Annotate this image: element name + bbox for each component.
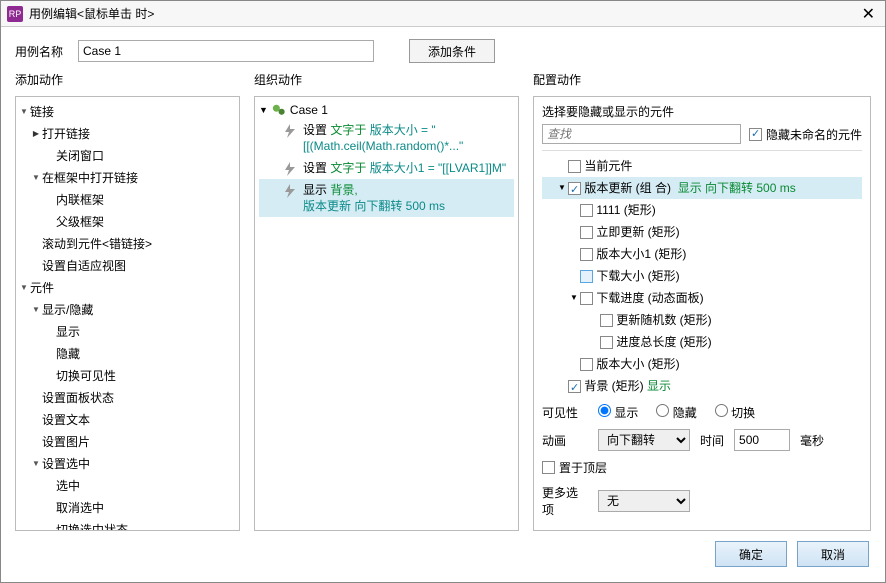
anim-label: 动画 [542, 432, 588, 449]
more-label: 更多选项 [542, 484, 588, 518]
titlebar: RP 用例编辑<鼠标单击 时> ✕ [1, 1, 885, 27]
dialog-footer: 确定 取消 [1, 531, 885, 573]
case-name-row: 用例名称 添加条件 [1, 27, 885, 71]
bolt-icon [285, 162, 297, 176]
tree-node-closewin[interactable]: 关闭窗口 [18, 145, 237, 167]
cfg-item[interactable]: 更新随机数 (矩形) [542, 309, 862, 331]
cfg-item-bg[interactable]: 背景 (矩形) 显示 [542, 375, 862, 394]
visibility-label: 可见性 [542, 404, 588, 421]
tree-node-show[interactable]: 显示 [18, 321, 237, 343]
org-case-row[interactable]: ▼ Case 1 [259, 101, 514, 119]
time-input[interactable] [734, 429, 790, 451]
tree-node-openinframe[interactable]: 在框架中打开链接 [18, 167, 237, 189]
cfg-item[interactable]: 下载大小 (矩形) [542, 265, 862, 287]
tree-node-link[interactable]: 链接 [18, 101, 237, 123]
anim-select[interactable]: 向下翻转 [598, 429, 690, 451]
section-add-action: 添加动作 [15, 71, 240, 92]
more-select[interactable]: 无 [598, 490, 690, 512]
org-action-1[interactable]: 设置 文字于 版本大小 = "[[(Math.ceil(Math.random(… [259, 119, 514, 157]
tree-node-setpanel[interactable]: 设置面板状态 [18, 387, 237, 409]
search-input[interactable] [542, 124, 741, 144]
case-name-input[interactable] [78, 40, 374, 62]
tree-node-showhide[interactable]: 显示/隐藏 [18, 299, 237, 321]
case-name-label: 用例名称 [15, 43, 70, 60]
widget-tree: 当前元件 ▼ 版本更新 (组 合) 显示 向下翻转 500 ms 1111 (矩… [542, 150, 862, 394]
tree-node-widgets[interactable]: 元件 [18, 277, 237, 299]
config-pane: 选择要隐藏或显示的元件 隐藏未命名的元件 当前元件 ▼ 版本更新 (组 合) 显… [533, 96, 871, 531]
cfg-item[interactable]: 当前元件 [542, 155, 862, 177]
cfg-item[interactable]: 版本大小1 (矩形) [542, 243, 862, 265]
org-action-2[interactable]: 设置 文字于 版本大小1 = "[[LVAR1]]M" [259, 157, 514, 179]
tree-node-togglesel[interactable]: 切换选中状态 [18, 519, 237, 531]
tree-node-settext[interactable]: 设置文本 [18, 409, 237, 431]
tree-node-scrollto[interactable]: 滚动到元件<错链接> [18, 233, 237, 255]
cfg-select-label: 选择要隐藏或显示的元件 [542, 103, 862, 120]
cfg-item[interactable]: 进度总长度 (矩形) [542, 331, 862, 353]
radio-show[interactable]: 显示 [598, 404, 638, 421]
add-condition-button[interactable]: 添加条件 [409, 39, 495, 63]
cfg-item[interactable]: 立即更新 (矩形) [542, 221, 862, 243]
tree-node-setselected[interactable]: 设置选中 [18, 453, 237, 475]
tree-node-hide[interactable]: 隐藏 [18, 343, 237, 365]
close-icon[interactable]: ✕ [858, 4, 879, 24]
ms-label: 毫秒 [800, 432, 824, 449]
tree-node-openlink[interactable]: 打开链接 [18, 123, 237, 145]
tree-node-setimage[interactable]: 设置图片 [18, 431, 237, 453]
case-icon [272, 103, 286, 117]
bolt-icon [285, 184, 297, 214]
tree-node-togglevis[interactable]: 切换可见性 [18, 365, 237, 387]
org-action-3[interactable]: 显示 背景,版本更新 向下翻转 500 ms [259, 179, 514, 217]
tree-node-deselect[interactable]: 取消选中 [18, 497, 237, 519]
tree-node-adaptive[interactable]: 设置自适应视图 [18, 255, 237, 277]
tree-node-select[interactable]: 选中 [18, 475, 237, 497]
bring-front-checkbox[interactable]: 置于顶层 [542, 459, 607, 476]
cfg-item[interactable]: 版本大小 (矩形) [542, 353, 862, 375]
cfg-item[interactable]: ▼ 下载进度 (动态面板) [542, 287, 862, 309]
cancel-button[interactable]: 取消 [797, 541, 869, 567]
radio-hide[interactable]: 隐藏 [656, 404, 696, 421]
config-options: 可见性 显示 隐藏 切换 动画 向下翻转 时间 毫秒 置于顶层 [542, 400, 862, 522]
org-action-pane: ▼ Case 1 设置 文字于 版本大小 = "[[(Math.ceil(Mat… [254, 96, 519, 531]
section-cfg-action: 配置动作 [533, 71, 871, 92]
app-icon: RP [7, 6, 23, 22]
radio-toggle[interactable]: 切换 [715, 404, 755, 421]
tree-node-inlineframe[interactable]: 内联框架 [18, 189, 237, 211]
tree-node-parentframe[interactable]: 父级框架 [18, 211, 237, 233]
hide-unnamed-checkbox[interactable]: 隐藏未命名的元件 [749, 126, 862, 143]
window-title: 用例编辑<鼠标单击 时> [29, 5, 858, 22]
action-tree: 链接 打开链接 关闭窗口 在框架中打开链接 内联框架 父级框架 滚动到元件<错链… [15, 96, 240, 531]
section-org-action: 组织动作 [254, 71, 519, 92]
time-label: 时间 [700, 432, 724, 449]
cfg-item-versionupdate[interactable]: ▼ 版本更新 (组 合) 显示 向下翻转 500 ms [542, 177, 862, 199]
cfg-item[interactable]: 1111 (矩形) [542, 199, 862, 221]
bolt-icon [285, 124, 297, 154]
ok-button[interactable]: 确定 [715, 541, 787, 567]
